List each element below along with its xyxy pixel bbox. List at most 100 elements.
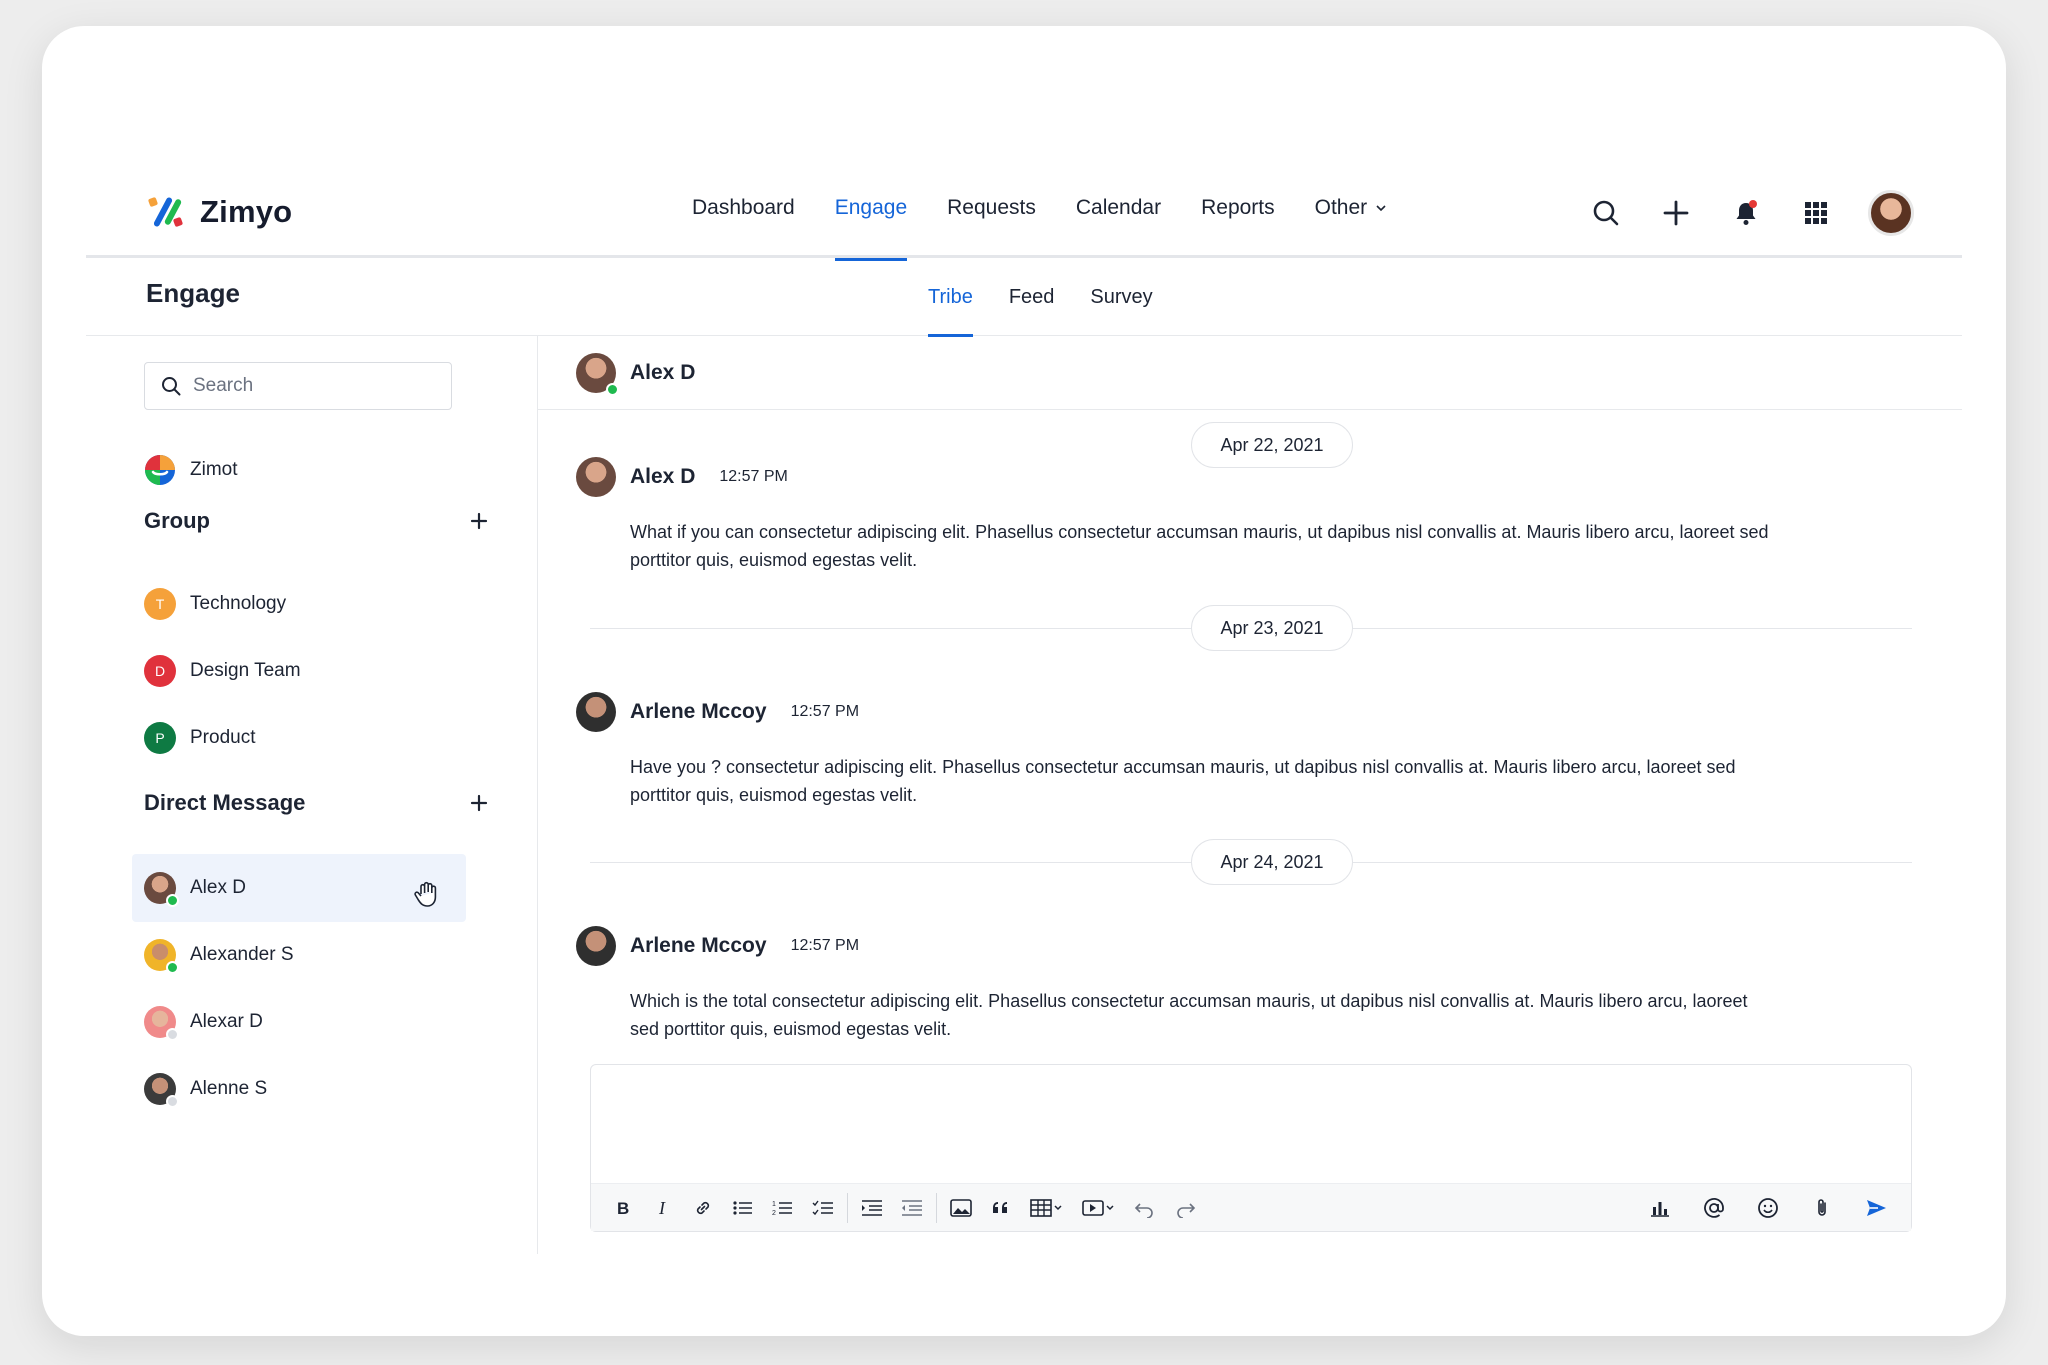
nav-requests-label: Requests — [947, 196, 1036, 219]
avatar[interactable] — [576, 926, 616, 966]
tab-tribe-label: Tribe — [928, 285, 973, 308]
tab-survey[interactable]: Survey — [1072, 258, 1170, 336]
add-direct-message-button[interactable] — [462, 786, 496, 820]
formatting-toolbar: B I 12 — [591, 1183, 1911, 1231]
sidebar-item-product[interactable]: P Product — [144, 722, 255, 754]
nav-dashboard[interactable]: Dashboard — [672, 158, 815, 258]
link-button[interactable] — [683, 1190, 723, 1226]
image-button[interactable] — [941, 1190, 981, 1226]
toolbar-divider — [936, 1192, 937, 1223]
composer-actions — [1633, 1190, 1903, 1226]
online-status-indicator — [606, 382, 619, 396]
search-icon — [162, 377, 181, 396]
media-button[interactable] — [1073, 1190, 1125, 1226]
app-logo[interactable]: Zimyo — [146, 192, 292, 232]
top-navigation-bar: Zimyo Dashboard Engage Requests Calendar… — [86, 158, 1962, 261]
page-title: Engage — [146, 278, 240, 308]
indent-button[interactable] — [852, 1190, 892, 1226]
sidebar-item-alex-d[interactable]: Alex D — [144, 872, 246, 907]
sidebar-item-alexander-s[interactable]: Alexander S — [144, 939, 294, 974]
send-icon — [1867, 1200, 1886, 1216]
online-status-indicator — [166, 894, 179, 907]
tab-survey-label: Survey — [1090, 285, 1153, 308]
message: Arlene Mccoy 12:57 PM Which is the total… — [576, 925, 1812, 1043]
table-button[interactable] — [1021, 1190, 1073, 1226]
numbered-list-button[interactable]: 12 — [763, 1190, 803, 1226]
avatar[interactable] — [576, 692, 616, 732]
nav-engage[interactable]: Engage — [815, 158, 927, 261]
link-icon — [696, 1201, 710, 1214]
italic-icon: I — [658, 1198, 666, 1218]
avatar[interactable] — [576, 457, 616, 497]
poll-button[interactable] — [1633, 1190, 1687, 1226]
sidebar-search — [144, 362, 452, 410]
hand-cursor-icon — [414, 881, 437, 907]
tab-feed[interactable]: Feed — [991, 258, 1073, 336]
bullet-list-button[interactable] — [723, 1190, 763, 1226]
emoji-button[interactable] — [1741, 1190, 1795, 1226]
date-divider: Apr 23, 2021 — [1191, 605, 1353, 651]
profile-avatar[interactable] — [1868, 190, 1914, 236]
notifications-button[interactable] — [1728, 195, 1764, 231]
checklist-icon — [812, 1200, 833, 1215]
redo-icon — [1177, 1202, 1196, 1218]
zimot-bot-icon — [145, 455, 175, 485]
nav-other-label: Other — [1314, 196, 1368, 219]
nav-calendar[interactable]: Calendar — [1056, 158, 1181, 258]
nav-calendar-label: Calendar — [1075, 196, 1162, 219]
message-time: 12:57 PM — [790, 703, 860, 720]
add-group-button[interactable] — [462, 504, 496, 538]
direct-message-section-title: Direct Message — [144, 790, 306, 815]
emoji-icon — [1758, 1198, 1778, 1218]
sidebar-item-alenne-s[interactable]: Alenne S — [144, 1073, 267, 1108]
svg-text:I: I — [658, 1198, 666, 1218]
group-avatar: T — [144, 588, 176, 620]
nav-engage-label: Engage — [834, 196, 908, 219]
sidebar-item-alexar-d[interactable]: Alexar D — [144, 1006, 263, 1041]
send-button[interactable] — [1849, 1190, 1903, 1226]
chat-sidebar: Zimot Group T Technology D Design Team P… — [86, 336, 538, 1254]
sidebar-item-technology[interactable]: T Technology — [144, 588, 286, 620]
add-button[interactable] — [1658, 195, 1694, 231]
attachment-button[interactable] — [1795, 1190, 1849, 1226]
nav-other-dropdown[interactable]: Other — [1295, 158, 1408, 258]
nav-requests[interactable]: Requests — [927, 158, 1056, 258]
apps-button[interactable] — [1798, 195, 1834, 231]
plus-icon — [470, 794, 488, 812]
mention-icon — [1704, 1197, 1724, 1218]
nav-reports[interactable]: Reports — [1181, 158, 1295, 258]
italic-button[interactable]: I — [643, 1190, 683, 1226]
redo-button[interactable] — [1165, 1190, 1205, 1226]
message-composer: B I 12 — [590, 1064, 1912, 1232]
main-nav: Dashboard Engage Requests Calendar Repor… — [672, 158, 1408, 261]
sidebar-item-label: Technology — [190, 593, 287, 614]
chevron-down-icon — [1376, 205, 1386, 212]
quote-button[interactable] — [981, 1190, 1021, 1226]
search-icon — [1593, 200, 1619, 226]
image-icon — [950, 1198, 972, 1217]
avatar — [144, 939, 179, 974]
bullet-list-icon — [733, 1200, 752, 1215]
undo-icon — [1134, 1202, 1153, 1218]
sidebar-item-zimot[interactable]: Zimot — [144, 454, 238, 486]
plus-icon — [470, 512, 488, 530]
tab-tribe[interactable]: Tribe — [910, 258, 991, 337]
checklist-button[interactable] — [803, 1190, 843, 1226]
search-button[interactable] — [1588, 195, 1624, 231]
message-input[interactable] — [591, 1065, 1911, 1183]
message: Arlene Mccoy 12:57 PM Have you ? consect… — [576, 691, 1812, 809]
message-text: Which is the total consectetur adipiscin… — [630, 991, 1748, 1039]
bold-icon: B — [617, 1199, 629, 1218]
outdent-button[interactable] — [892, 1190, 932, 1226]
sidebar-item-design-team[interactable]: D Design Team — [144, 655, 301, 687]
bold-button[interactable]: B — [603, 1190, 643, 1226]
mention-button[interactable] — [1687, 1190, 1741, 1226]
sidebar-item-label: Alex D — [190, 877, 246, 898]
avatar[interactable] — [576, 352, 619, 396]
bell-icon — [1736, 200, 1757, 225]
message-author: Alex D — [630, 465, 696, 488]
search-input[interactable] — [193, 375, 433, 397]
undo-button[interactable] — [1125, 1190, 1165, 1226]
sidebar-item-label: Zimot — [190, 459, 238, 480]
attachment-icon — [1818, 1199, 1826, 1216]
